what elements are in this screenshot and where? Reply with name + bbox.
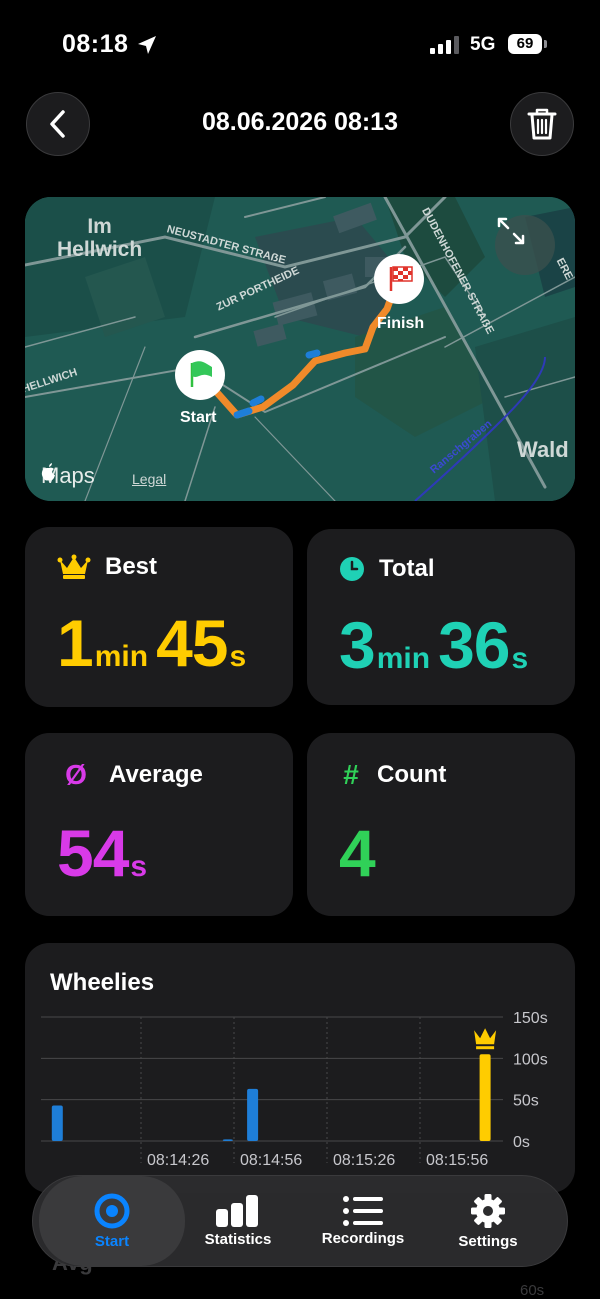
best-label: Best	[105, 553, 158, 580]
total-min-unit: min	[376, 642, 431, 675]
tab-settings-label: Settings	[458, 1232, 518, 1250]
location-arrow-icon	[136, 34, 158, 61]
average-card: Ø Average 54s	[25, 733, 293, 916]
best-header: Best	[57, 553, 157, 581]
tab-start-label: Start	[94, 1232, 130, 1250]
best-seconds: 45	[156, 606, 228, 680]
count-header: # Count	[339, 759, 446, 791]
maps-attribution: Maps	[41, 463, 95, 489]
count-label: Count	[377, 761, 447, 788]
best-value: 1min 45s	[57, 605, 254, 681]
total-sec-unit: s	[511, 642, 529, 675]
tab-recordings[interactable]: Recordings	[303, 1176, 423, 1266]
total-label: Total	[379, 555, 435, 582]
total-card: Total 3min 36s	[307, 529, 575, 705]
x-tick-label: 08:15:26	[333, 1152, 395, 1169]
wheelies-chart-card: Wheelies 150s 100s 50s 0s 08:14:26 08:14:56 08…	[25, 943, 575, 1193]
total-value: 3min 36s	[339, 607, 536, 683]
network-type: 5G	[470, 34, 496, 55]
tab-bar: Start Statistics Recordings Settings	[32, 1175, 568, 1267]
best-min-unit: min	[94, 640, 149, 673]
crown-icon	[57, 554, 91, 579]
bar	[247, 1088, 259, 1141]
best-crown-icon	[474, 1028, 497, 1045]
status-bar: 08:18 5G 69	[0, 28, 600, 64]
expand-map-button[interactable]	[495, 215, 555, 275]
count-number: 4	[339, 816, 376, 890]
x-tick-label: 08:14:26	[147, 1152, 209, 1169]
record-circle-icon	[94, 1193, 130, 1228]
wheelies-chart[interactable]: 150s 100s 50s 0s 08:14:26 08:14:56 08:15:26 08:…	[25, 943, 575, 1193]
best-crown-base	[476, 1046, 495, 1050]
best-bar	[479, 1054, 491, 1141]
y-tick-label: 100s	[513, 1051, 548, 1068]
battery-level: 69	[508, 34, 542, 54]
average-label: Average	[109, 761, 203, 788]
bar-chart-icon	[216, 1194, 258, 1227]
best-card: Best 1min 45s	[25, 527, 293, 707]
battery-cap-icon	[544, 40, 547, 48]
y-tick-label: 150s	[513, 1010, 548, 1027]
cellular-signal-icon	[430, 36, 462, 59]
total-seconds: 36	[438, 608, 510, 682]
tab-settings[interactable]: Settings	[428, 1176, 548, 1266]
place-label-wald: Wald	[517, 437, 569, 462]
average-sec-unit: s	[130, 850, 148, 883]
legal-link[interactable]: Legal	[132, 471, 166, 487]
best-minutes: 1	[57, 606, 94, 680]
bar	[51, 1105, 63, 1141]
tab-statistics[interactable]: Statistics	[173, 1176, 303, 1266]
average-value: 54s	[57, 815, 155, 891]
count-hash-icon: #	[343, 759, 359, 790]
x-tick-label: 08:14:56	[240, 1152, 302, 1169]
best-sec-unit: s	[229, 640, 247, 673]
average-seconds: 54	[57, 816, 129, 890]
tab-start[interactable]: Start	[39, 1176, 185, 1266]
average-header: Ø Average	[57, 759, 203, 791]
status-time: 08:18	[62, 30, 129, 58]
recording-detail-screen: 08:18 5G 69 08.06.2026 08:13 Im Hellwich…	[0, 0, 600, 1299]
bar	[222, 1139, 233, 1141]
apple-logo-icon	[41, 463, 55, 481]
gear-icon	[471, 1193, 505, 1228]
total-minutes: 3	[339, 608, 376, 682]
list-icon	[343, 1195, 383, 1226]
expand-arrows-icon	[497, 217, 525, 245]
finish-label: Finish	[377, 315, 425, 332]
count-value: 4	[339, 815, 376, 891]
count-card: # Count 4	[307, 733, 575, 916]
place-label-im-hellwich: Im Hellwich	[57, 215, 143, 261]
trash-icon	[527, 108, 557, 140]
y-tick-label: 0s	[513, 1134, 530, 1151]
start-label: Start	[180, 409, 217, 426]
delete-button[interactable]	[510, 92, 574, 156]
average-diameter-icon: Ø	[65, 759, 87, 790]
tab-statistics-label: Statistics	[204, 1230, 272, 1248]
clock-icon	[340, 557, 364, 581]
y-tick-label: 50s	[513, 1093, 539, 1110]
below-fold-tick: 60s	[520, 1282, 545, 1299]
tab-recordings-label: Recordings	[321, 1229, 405, 1247]
total-header: Total	[339, 555, 435, 583]
x-tick-label: 08:15:56	[426, 1152, 488, 1169]
route-map[interactable]: Im Hellwich HELLWICH NEUSTADTER STRAẞE Z…	[25, 197, 575, 501]
